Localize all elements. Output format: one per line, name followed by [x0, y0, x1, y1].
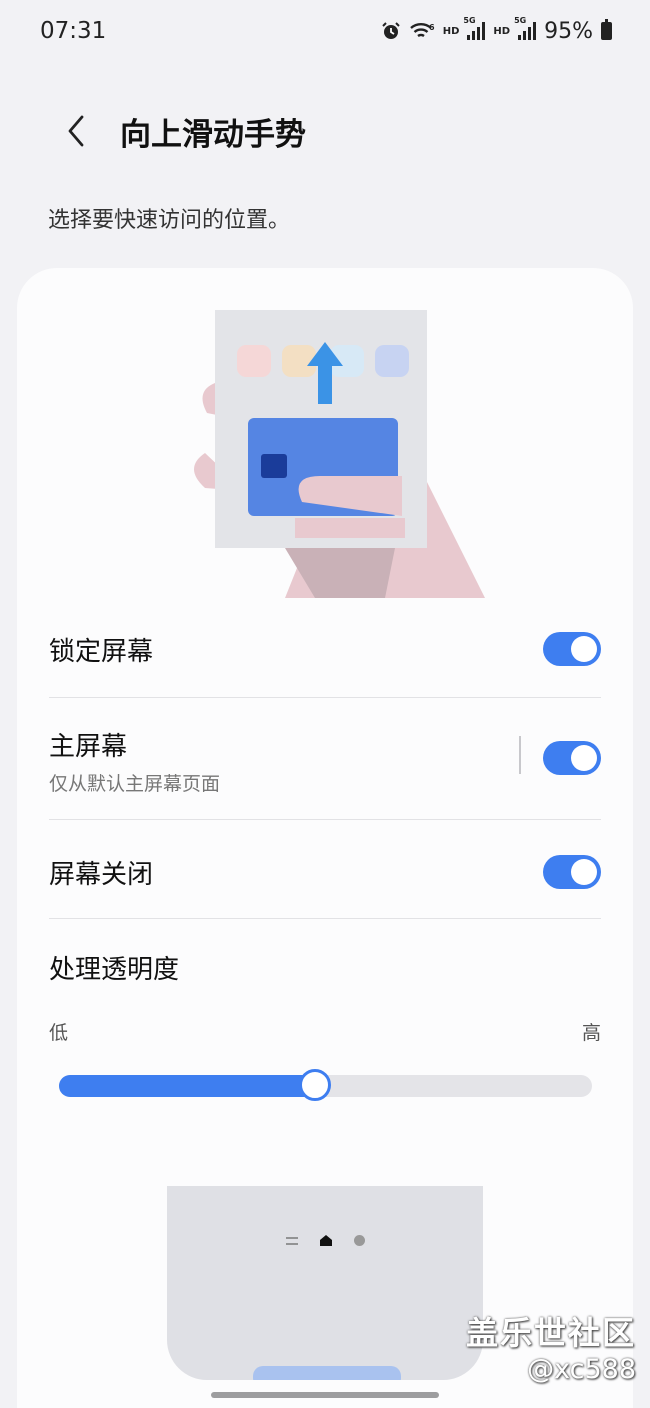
screen-off-toggle[interactable]: [543, 855, 601, 889]
back-button[interactable]: [46, 101, 106, 161]
home-icon: [319, 1235, 332, 1246]
setting-text: 主屏幕 仅从默认主屏幕页面: [49, 726, 220, 796]
divider: [49, 918, 601, 919]
setting-lock-screen[interactable]: 锁定屏幕: [49, 618, 601, 680]
setting-label: 锁定屏幕: [49, 636, 154, 667]
toggle-knob: [571, 859, 597, 885]
transparency-heading: 处理透明度: [49, 944, 601, 990]
page-title: 向上滑动手势: [120, 116, 306, 153]
vertical-separator: [519, 736, 521, 774]
setting-home-screen[interactable]: 主屏幕 仅从默认主屏幕页面: [49, 726, 601, 796]
toggle-knob: [571, 636, 597, 662]
divider: [49, 819, 601, 820]
page-description: 选择要快速访问的位置。: [48, 208, 291, 233]
chevron-left-icon: [68, 115, 84, 147]
setting-label: 屏幕关闭: [49, 859, 154, 890]
home-screen-toggle[interactable]: [543, 741, 601, 775]
slider-max-label: 高: [581, 1022, 601, 1044]
preview-nav-icons: [167, 1234, 483, 1247]
preview-gesture-handle: [253, 1366, 401, 1380]
signal-5g-icon: 5G: [463, 16, 486, 40]
setting-sublabel: 仅从默认主屏幕页面: [49, 773, 221, 795]
transparency-slider[interactable]: [59, 1069, 592, 1101]
transparency-label: 处理透明度: [49, 954, 180, 985]
settings-card: 锁定屏幕 主屏幕 仅从默认主屏幕页面 屏幕关闭 处理透明度 低 高: [17, 268, 633, 1408]
menu-icon: [285, 1236, 298, 1245]
hd-icon: HD: [493, 25, 511, 37]
battery-percent: 95%: [544, 18, 593, 44]
dot-icon: [353, 1235, 365, 1246]
slider-fill: [59, 1075, 315, 1097]
alarm-icon: [382, 22, 400, 39]
status-time: 07:31: [40, 18, 107, 44]
wifi-icon: 6: [409, 23, 435, 38]
setting-label: 主屏幕: [49, 732, 128, 762]
svg-text:6: 6: [429, 23, 435, 32]
watermark-community: 盖乐世社区: [465, 1314, 636, 1352]
slider-min-label: 低: [49, 1022, 69, 1044]
status-bar: 07:31 6 HD 5G HD 5G 95%: [0, 0, 650, 62]
divider: [49, 697, 601, 698]
slider-thumb[interactable]: [299, 1069, 331, 1101]
handle-preview: [167, 1186, 483, 1380]
setting-screen-off[interactable]: 屏幕关闭: [49, 841, 601, 903]
lock-screen-toggle[interactable]: [543, 632, 601, 666]
hd-icon: HD: [442, 25, 460, 37]
signal-5g-icon: 5G: [514, 16, 537, 40]
watermark-handle: @xc588: [527, 1354, 636, 1385]
toggle-knob: [571, 745, 597, 771]
status-icons: 6 HD 5G HD 5G 95%: [381, 16, 612, 44]
battery-icon: [601, 19, 612, 40]
gesture-nav-bar[interactable]: [211, 1392, 439, 1398]
app-header: 向上滑动手势: [0, 100, 650, 162]
swipe-gesture-illustration: [194, 310, 485, 598]
